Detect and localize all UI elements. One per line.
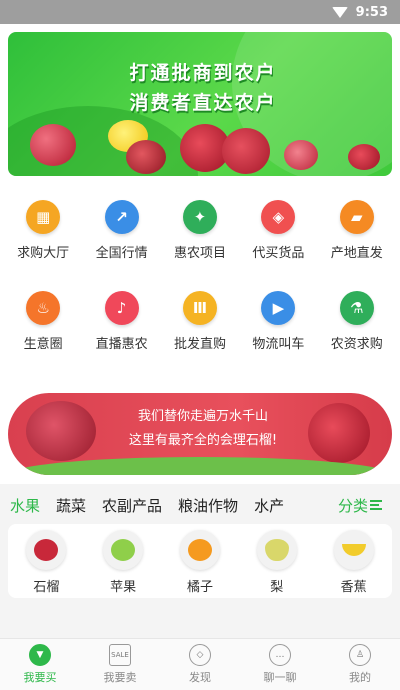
promo-line-1: 我们替你走遍万水千山 [137,409,268,424]
apple-illustration [284,140,318,170]
grid-item-label: 生意圈 [23,337,63,352]
fruit-item-pomegranate[interactable]: 石榴 [16,529,76,595]
tab-buy[interactable]: ▼ 我要买 [5,644,75,685]
handshake-icon: ✦ [182,200,217,234]
tab-label: 我要卖 [103,671,137,684]
grid-item-label: 求购大厅 [17,246,70,261]
fruit-item-banana[interactable]: 香蕉 [324,529,384,595]
banana-icon [333,529,374,570]
category-tab-vegetables[interactable]: 蔬菜 [56,495,86,516]
fruit-item-apple[interactable]: 苹果 [93,529,153,595]
storefront-icon: ▦ [26,200,61,234]
category-tab-aquatic[interactable]: 水产 [254,495,284,516]
status-time: 9:53 [355,4,388,20]
grid-item-label: 批发直购 [173,337,226,352]
delivery-truck-icon: ▶ [261,291,296,325]
tab-discover[interactable]: ◇ 发现 [165,644,235,685]
grid-item-purchase-hall[interactable]: ▦ 求购大厅 [5,200,81,261]
promo-banner[interactable]: 我们替你走遍万水千山 这里有最齐全的会理石榴! [8,393,392,475]
fertilizer-icon: ⚗ [339,291,374,325]
apple-illustration [30,124,76,166]
pomegranate-illustration [222,128,270,174]
fruit-item-orange[interactable]: 橘子 [170,529,230,595]
orange-icon [179,529,220,570]
cart-icon: ▼ [29,644,51,666]
tab-label: 我的 [349,671,371,684]
grid-item-origin-direct[interactable]: ▰ 产地直发 [319,200,395,261]
status-bar: 9:53 [0,0,400,24]
fruit-label: 石榴 [33,579,60,595]
grid-item-label: 惠农项目 [173,246,226,261]
grid-item-label: 产地直发 [330,246,383,261]
fruit-label: 橘子 [186,579,213,595]
pomegranate-illustration [126,140,166,174]
category-tabs: 水果 蔬菜 农副产品 粮油作物 水产 分类 [0,486,400,524]
sale-tag-icon: SALE [109,644,131,666]
wifi-icon [331,6,348,18]
grid-item-business-circle[interactable]: ♨ 生意圈 [5,291,81,352]
tab-label: 发现 [189,671,211,684]
package-icon: ◈ [261,200,296,234]
tab-label: 我要买 [23,671,57,684]
grid-item-live-stream[interactable]: ♪ 直播惠农 [84,291,160,352]
quick-entry-grid: ▦ 求购大厅 ↗ 全国行情 ✦ 惠农项目 ◈ 代买货品 ▰ 产地直发 ♨ 生意圈… [0,200,400,378]
category-tab-grain-oil[interactable]: 粮油作物 [178,495,238,516]
trend-chart-icon: ↗ [104,200,139,234]
truck-icon: ▰ [339,200,374,234]
grid-item-label: 农资求购 [330,337,383,352]
hero-banner[interactable]: 打通批商到农户 消费者直达农户 [8,32,392,176]
fruit-subcategory-list: 石榴 苹果 橘子 梨 香蕉 [8,524,392,598]
grid-item-wholesale[interactable]: Ⅲ 批发直购 [162,291,238,352]
user-icon: ♙ [349,644,371,666]
grid-item-logistics[interactable]: ▶ 物流叫车 [240,291,316,352]
banner-line-2: 消费者直达农户 [129,92,277,114]
apple-icon [103,529,144,570]
banner-line-1: 打通批商到农户 [129,62,277,84]
pomegranate-illustration [308,403,370,463]
filter-list-icon [370,498,388,512]
flame-icon: ♨ [26,291,61,325]
grid-item-farm-projects[interactable]: ✦ 惠农项目 [162,200,238,261]
category-more-label: 分类 [337,496,368,515]
pomegranate-tree-illustration [26,401,96,461]
promo-line-2: 这里有最齐全的会理石榴! [128,433,278,448]
fruit-label: 香蕉 [340,579,367,595]
quick-entry-row-1: ▦ 求购大厅 ↗ 全国行情 ✦ 惠农项目 ◈ 代买货品 ▰ 产地直发 [0,200,400,261]
tab-label: 聊一聊 [263,671,297,684]
tab-sell[interactable]: SALE 我要卖 [85,644,155,685]
microphone-icon: ♪ [104,291,139,325]
compass-icon: ◇ [189,644,211,666]
grid-item-label: 全国行情 [95,246,148,261]
chat-bubble-icon: … [269,644,291,666]
tab-chat[interactable]: … 聊一聊 [245,644,315,685]
grid-item-label: 物流叫车 [252,337,305,352]
pomegranate-illustration [348,144,380,170]
category-tab-fruit[interactable]: 水果 [10,495,40,516]
category-tab-farm-products[interactable]: 农副产品 [102,495,162,516]
grid-item-market-prices[interactable]: ↗ 全国行情 [84,200,160,261]
grid-item-label: 直播惠农 [95,337,148,352]
grid-item-label: 代买货品 [252,246,305,261]
pear-icon [256,529,297,570]
fruit-label: 苹果 [110,579,137,595]
tab-profile[interactable]: ♙ 我的 [325,644,395,685]
pomegranate-icon [26,529,67,570]
grid-item-farm-supplies[interactable]: ⚗ 农资求购 [319,291,395,352]
grid-item-proxy-buy[interactable]: ◈ 代买货品 [240,200,316,261]
fruit-item-pear[interactable]: 梨 [247,529,307,595]
bottom-tab-bar: ▼ 我要买 SALE 我要卖 ◇ 发现 … 聊一聊 ♙ 我的 [0,638,400,690]
category-more-button[interactable]: 分类 [338,495,388,516]
quick-entry-row-2: ♨ 生意圈 ♪ 直播惠农 Ⅲ 批发直购 ▶ 物流叫车 ⚗ 农资求购 [0,291,400,352]
wholesale-icon: Ⅲ [182,291,217,325]
fruit-label: 梨 [270,579,284,595]
